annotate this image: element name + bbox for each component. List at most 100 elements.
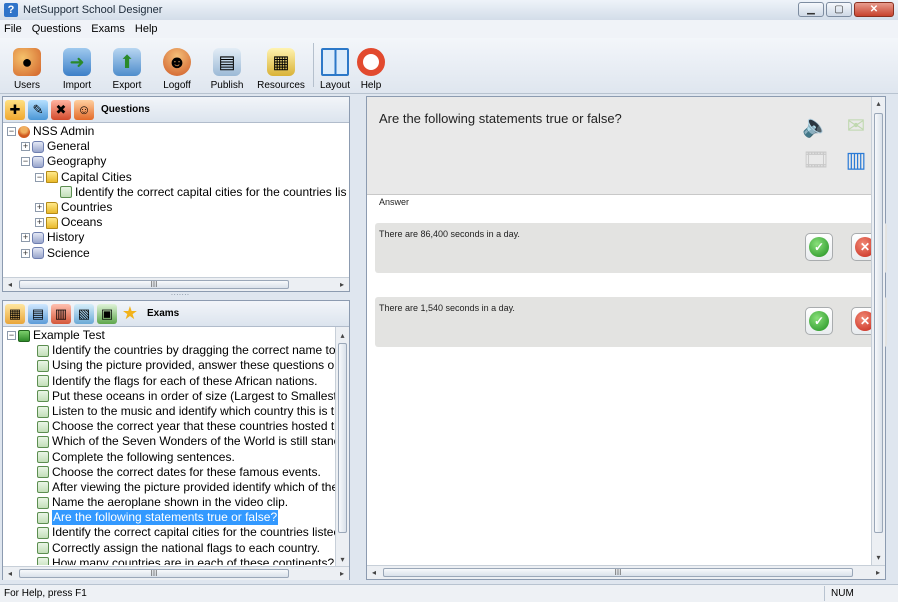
scroll-left-arrow-icon[interactable]: ◂: [3, 567, 17, 580]
image-icon[interactable]: ✉: [841, 111, 871, 141]
expand-icon[interactable]: +: [21, 142, 30, 152]
help-button[interactable]: Help: [353, 37, 389, 93]
pane-splitter[interactable]: ·······: [150, 291, 210, 299]
exam-root-node[interactable]: − Example Test: [3, 328, 335, 343]
tree-node-label[interactable]: NSS Admin: [33, 124, 94, 139]
expand-icon[interactable]: +: [35, 203, 44, 213]
tree-node-label[interactable]: General: [47, 139, 90, 154]
exam-question-item[interactable]: Identify the countries by dragging the c…: [3, 343, 335, 358]
maximize-button[interactable]: ▢: [826, 2, 852, 17]
tree-node[interactable]: + General: [3, 139, 349, 154]
questions-horizontal-scrollbar[interactable]: ◂ III ▸: [3, 277, 349, 291]
exam-root-label[interactable]: Example Test: [33, 328, 105, 343]
collapse-icon[interactable]: −: [21, 157, 30, 167]
tree-node[interactable]: + Oceans: [3, 215, 349, 230]
exam-question-label[interactable]: After viewing the picture provided ident…: [52, 480, 335, 495]
new-question-icon[interactable]: ✚: [5, 99, 25, 120]
exam-question-item[interactable]: After viewing the picture provided ident…: [3, 480, 335, 495]
exam-question-item[interactable]: Put these oceans in order of size (Large…: [3, 389, 335, 404]
exam-question-item[interactable]: Listen to the music and identify which c…: [3, 404, 335, 419]
expand-icon[interactable]: +: [21, 248, 30, 258]
tree-node-label[interactable]: Capital Cities: [61, 170, 132, 185]
tree-node[interactable]: − Geography: [3, 154, 349, 169]
collapse-icon[interactable]: −: [7, 331, 16, 341]
video-film-icon[interactable]: 🎞: [801, 145, 831, 175]
exam-question-label[interactable]: Using the picture provided, answer these…: [52, 358, 334, 373]
exams-horizontal-scrollbar[interactable]: ◂ III ▸: [3, 566, 349, 580]
scroll-down-arrow-icon[interactable]: ▾: [872, 551, 885, 565]
scroll-thumb[interactable]: [338, 343, 347, 533]
expand-icon[interactable]: +: [35, 218, 44, 228]
scroll-right-arrow-icon[interactable]: ▸: [335, 567, 349, 580]
resources-button[interactable]: ▦ Resources: [252, 37, 310, 93]
exam-question-item[interactable]: Identify the flags for each of these Afr…: [3, 374, 335, 389]
import-button[interactable]: ➜ Import: [52, 37, 102, 93]
mark-true-button[interactable]: ✓: [805, 233, 833, 261]
menu-help[interactable]: Help: [135, 23, 158, 35]
exam-question-label[interactable]: Listen to the music and identify which c…: [52, 404, 335, 419]
audio-speaker-icon[interactable]: 🔈: [801, 111, 831, 141]
question-box[interactable]: Are the following statements true or fal…: [367, 97, 885, 195]
exam-question-item[interactable]: Identify the correct capital cities for …: [3, 525, 335, 540]
question-groups-icon[interactable]: ☺: [74, 99, 94, 120]
edit-exam-icon[interactable]: ▤: [28, 303, 48, 324]
exam-question-label[interactable]: Are the following statements true or fal…: [52, 510, 279, 526]
exam-question-label[interactable]: Which of the Seven Wonders of the World …: [52, 434, 335, 449]
tree-node-label[interactable]: Identify the correct capital cities for …: [75, 185, 346, 200]
tree-node-label[interactable]: History: [47, 230, 84, 245]
tree-node[interactable]: − Capital Cities: [3, 170, 349, 185]
scroll-left-arrow-icon[interactable]: ◂: [367, 566, 381, 579]
collapse-icon[interactable]: −: [35, 172, 44, 182]
exam-question-item[interactable]: How many countries are in each of these …: [3, 556, 335, 565]
scroll-thumb[interactable]: III: [383, 568, 853, 577]
scroll-left-arrow-icon[interactable]: ◂: [3, 278, 17, 291]
tree-node[interactable]: + Science: [3, 246, 349, 261]
answer-text[interactable]: There are 86,400 seconds in a day.: [379, 229, 520, 239]
scroll-thumb[interactable]: III: [19, 280, 289, 289]
scroll-up-arrow-icon[interactable]: ▴: [872, 97, 885, 111]
preview-exam-icon[interactable]: ▣: [97, 303, 117, 324]
exam-question-label[interactable]: Choose the correct year that these count…: [52, 419, 335, 434]
favourite-star-icon[interactable]: ★: [120, 303, 140, 324]
exam-question-label[interactable]: Complete the following sentences.: [52, 450, 235, 465]
scroll-thumb[interactable]: [874, 113, 883, 533]
menu-exams[interactable]: Exams: [91, 23, 125, 35]
exam-question-item[interactable]: Using the picture provided, answer these…: [3, 358, 335, 373]
expand-icon[interactable]: +: [21, 233, 30, 243]
tree-node[interactable]: Identify the correct capital cities for …: [3, 185, 349, 200]
minimize-button[interactable]: ▁: [798, 2, 824, 17]
mark-true-button[interactable]: ✓: [805, 307, 833, 335]
editor-vertical-scrollbar[interactable]: ▴ ▾: [871, 97, 885, 565]
layout-button[interactable]: Layout: [317, 37, 353, 93]
scroll-right-arrow-icon[interactable]: ▸: [335, 278, 349, 291]
exam-question-label[interactable]: Identify the countries by dragging the c…: [52, 343, 335, 358]
menu-questions[interactable]: Questions: [32, 23, 82, 35]
tree-node[interactable]: + Countries: [3, 200, 349, 215]
collapse-icon[interactable]: −: [7, 127, 16, 137]
close-button[interactable]: ✕: [854, 2, 894, 17]
exam-question-label[interactable]: Name the aeroplane shown in the video cl…: [52, 495, 288, 510]
answer-row-2[interactable]: There are 1,540 seconds in a day. ✓ ✕: [375, 297, 887, 347]
delete-exam-icon[interactable]: ▥: [51, 303, 71, 324]
exam-question-label[interactable]: Identify the correct capital cities for …: [52, 525, 335, 540]
exam-question-item[interactable]: Complete the following sentences.: [3, 450, 335, 465]
exam-properties-icon[interactable]: ▧: [74, 303, 94, 324]
editor-horizontal-scrollbar[interactable]: ◂ III ▸: [367, 565, 885, 579]
delete-question-icon[interactable]: ✖: [51, 99, 71, 120]
exam-question-item[interactable]: Are the following statements true or fal…: [3, 510, 335, 526]
exam-question-item[interactable]: Choose the correct year that these count…: [3, 419, 335, 434]
exams-vertical-scrollbar[interactable]: ▴ ▾: [335, 327, 349, 567]
exam-question-item[interactable]: Correctly assign the national flags to e…: [3, 541, 335, 556]
question-text[interactable]: Are the following statements true or fal…: [379, 111, 622, 126]
export-button[interactable]: ⬆ Export: [102, 37, 152, 93]
exam-question-item[interactable]: Name the aeroplane shown in the video cl…: [3, 495, 335, 510]
exam-question-label[interactable]: Choose the correct dates for these famou…: [52, 465, 321, 480]
scroll-down-arrow-icon[interactable]: ▾: [336, 553, 349, 567]
logoff-button[interactable]: ☻ Logoff: [152, 37, 202, 93]
edit-question-icon[interactable]: ✎: [28, 99, 48, 120]
book-resources-icon[interactable]: ▥: [841, 145, 871, 175]
answer-row-1[interactable]: There are 86,400 seconds in a day. ✓ ✕: [375, 223, 887, 273]
exam-question-label[interactable]: Correctly assign the national flags to e…: [52, 541, 320, 556]
tree-node-label[interactable]: Geography: [47, 154, 106, 169]
tree-node-label[interactable]: Oceans: [61, 215, 102, 230]
